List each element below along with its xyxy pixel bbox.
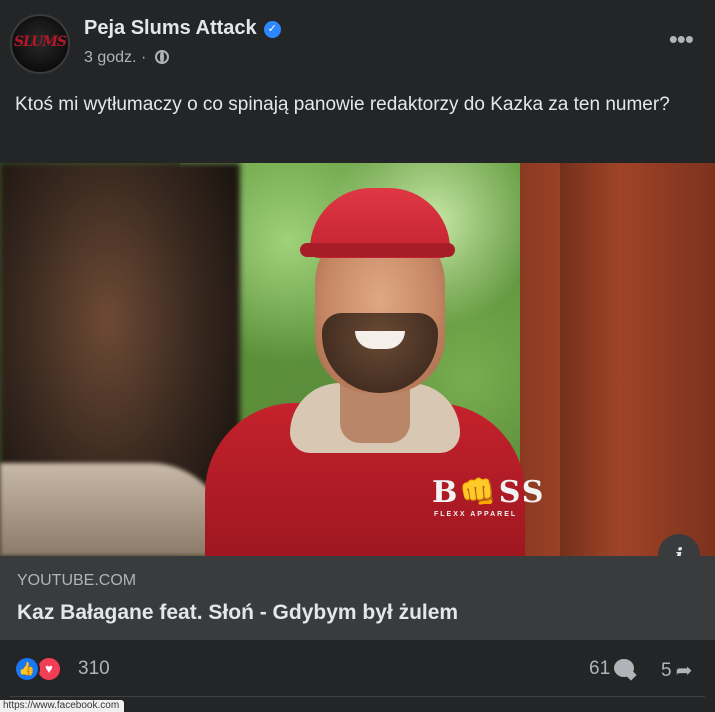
video-thumbnail[interactable]: B👊SS FLEXX APPAREL	[0, 163, 715, 556]
comment-icon	[614, 659, 635, 677]
share-icon: ➦	[675, 660, 693, 682]
link-domain[interactable]: YOUTUBE.COM	[17, 572, 136, 590]
more-options-button[interactable]: •••	[669, 26, 694, 52]
page-name[interactable]: Peja Slums Attack	[84, 17, 257, 39]
comment-count[interactable]: 61	[589, 658, 610, 679]
meta-separator: ·	[140, 49, 147, 66]
link-preview[interactable]	[0, 556, 715, 640]
verified-badge-icon: ✓	[263, 21, 281, 38]
facebook-post: SLUMS Peja Slums Attack ✓ 3 godz. · ••• K…	[0, 0, 715, 712]
divider	[10, 696, 705, 697]
page-avatar[interactable]: SLUMS	[10, 14, 70, 74]
post-header: SLUMS Peja Slums Attack ✓ 3 godz. · •••	[0, 0, 715, 84]
link-title[interactable]: Kaz Bałagane feat. Słoń - Gdybym był żul…	[17, 601, 458, 625]
post-timestamp[interactable]: 3 godz.	[84, 49, 136, 66]
like-reaction-icon: 👍	[14, 656, 40, 682]
post-text: Ktoś mi wytłumaczy o co spinają panowie …	[15, 94, 670, 115]
comments-summary[interactable]: 61	[589, 658, 635, 680]
jacket-logo-subtitle: FLEXX APPAREL	[434, 511, 518, 518]
reaction-count[interactable]: 310	[78, 658, 110, 680]
cap-brim	[300, 243, 455, 257]
page-name-link[interactable]: Peja Slums Attack ✓	[84, 17, 281, 40]
status-url: https://www.facebook.com	[0, 700, 124, 712]
globe-icon[interactable]	[154, 50, 169, 64]
door-frame	[560, 163, 620, 556]
jacket-logo: B👊SS	[432, 475, 546, 510]
avatar-logo: SLUMS	[13, 34, 67, 50]
reactions-summary[interactable]: 👍 ♥ 310	[14, 656, 134, 684]
post-meta: 3 godz. ·	[84, 49, 169, 67]
share-count[interactable]: 5	[661, 660, 672, 681]
blurred-shoulder	[0, 463, 230, 556]
shares-summary[interactable]: 5 ➦	[661, 658, 692, 683]
